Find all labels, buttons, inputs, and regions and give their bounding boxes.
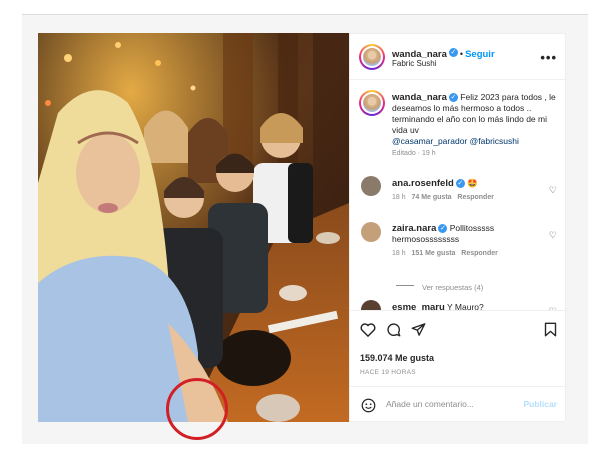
verified-badge-icon: ✓ [455, 179, 465, 189]
verified-badge-icon: ✓ [448, 48, 458, 58]
reply-button[interactable]: Responder [461, 250, 498, 257]
comment-username[interactable]: esme_maru [392, 302, 445, 310]
commenter-avatar[interactable] [361, 222, 381, 242]
reply-button[interactable]: Responder [457, 194, 494, 201]
emoji-icon[interactable] [361, 398, 376, 413]
comment-bubble-icon[interactable] [386, 322, 401, 337]
comment-time: 18 h [392, 194, 406, 201]
comment-item: ana.rosenfeld ✓ 🤩 18 h 74 Me gusta Respon… [392, 178, 547, 201]
view-replies-button[interactable]: Ver respuestas (4) [396, 277, 483, 295]
dot-separator: • [459, 49, 464, 59]
post-location[interactable]: Fabric Sushi [392, 59, 436, 68]
post-photo-image [38, 33, 349, 422]
comment-text: Y Mauro? [447, 302, 484, 310]
comment-time: 18 h [392, 250, 406, 257]
post-side-panel: wanda_nara ✓ • Seguir Fabric Sushi ••• wand… [349, 33, 567, 423]
caption-username[interactable]: wanda_nara [392, 92, 447, 103]
mention-link[interactable]: @casamar_parador [392, 136, 467, 146]
post-header: wanda_nara ✓ • Seguir Fabric Sushi ••• [350, 34, 567, 80]
post-photo[interactable] [38, 33, 349, 422]
comment-likes[interactable]: 151 Me gusta [411, 250, 455, 257]
comment-username[interactable]: zaira.nara [392, 223, 436, 234]
comment-item: esme_maru Y Mauro? [392, 302, 547, 310]
caption-block: wanda_nara ✓ Feliz 2023 para todos , le d… [392, 92, 560, 157]
commenter-avatar[interactable] [361, 300, 381, 310]
replies-line [396, 285, 414, 287]
more-options-icon[interactable]: ••• [540, 50, 557, 65]
verified-badge-icon: ✓ [438, 224, 448, 234]
like-comment-heart-icon[interactable]: ♡ [549, 230, 557, 241]
save-bookmark-icon[interactable] [544, 322, 557, 337]
comment-likes[interactable]: 74 Me gusta [411, 194, 451, 201]
post-time: HACE 19 HORAS [360, 369, 416, 376]
highlight-circle [166, 378, 228, 440]
post-actions: 159.074 Me gusta HACE 19 HORAS [350, 310, 567, 386]
like-comment-heart-icon[interactable]: ♡ [549, 185, 557, 196]
publish-button[interactable]: Publicar [523, 399, 557, 409]
verified-badge-icon: ✓ [448, 93, 458, 103]
likes-count[interactable]: 159.074 Me gusta [360, 353, 434, 363]
comment-item: zaira.nara ✓ Pollitosssss hermosossssssss… [392, 223, 547, 257]
comment-text: 🤩 [467, 178, 478, 188]
comments-section[interactable]: wanda_nara ✓ Feliz 2023 para todos , le d… [350, 80, 567, 310]
like-heart-icon[interactable] [360, 322, 376, 337]
top-divider [22, 14, 588, 15]
author-avatar[interactable] [359, 44, 385, 70]
caption-avatar[interactable] [359, 90, 385, 116]
comment-input[interactable]: Añade un comentario... [386, 399, 474, 409]
mention-link[interactable]: @fabricsushi [470, 136, 519, 146]
share-paper-plane-icon[interactable] [411, 322, 426, 337]
commenter-avatar[interactable] [361, 176, 381, 196]
follow-button[interactable]: Seguir [465, 49, 495, 60]
add-comment-bar: Añade un comentario... Publicar [350, 386, 567, 423]
caption-edited: Editado · 19 h [392, 150, 436, 157]
comment-username[interactable]: ana.rosenfeld [392, 178, 454, 189]
